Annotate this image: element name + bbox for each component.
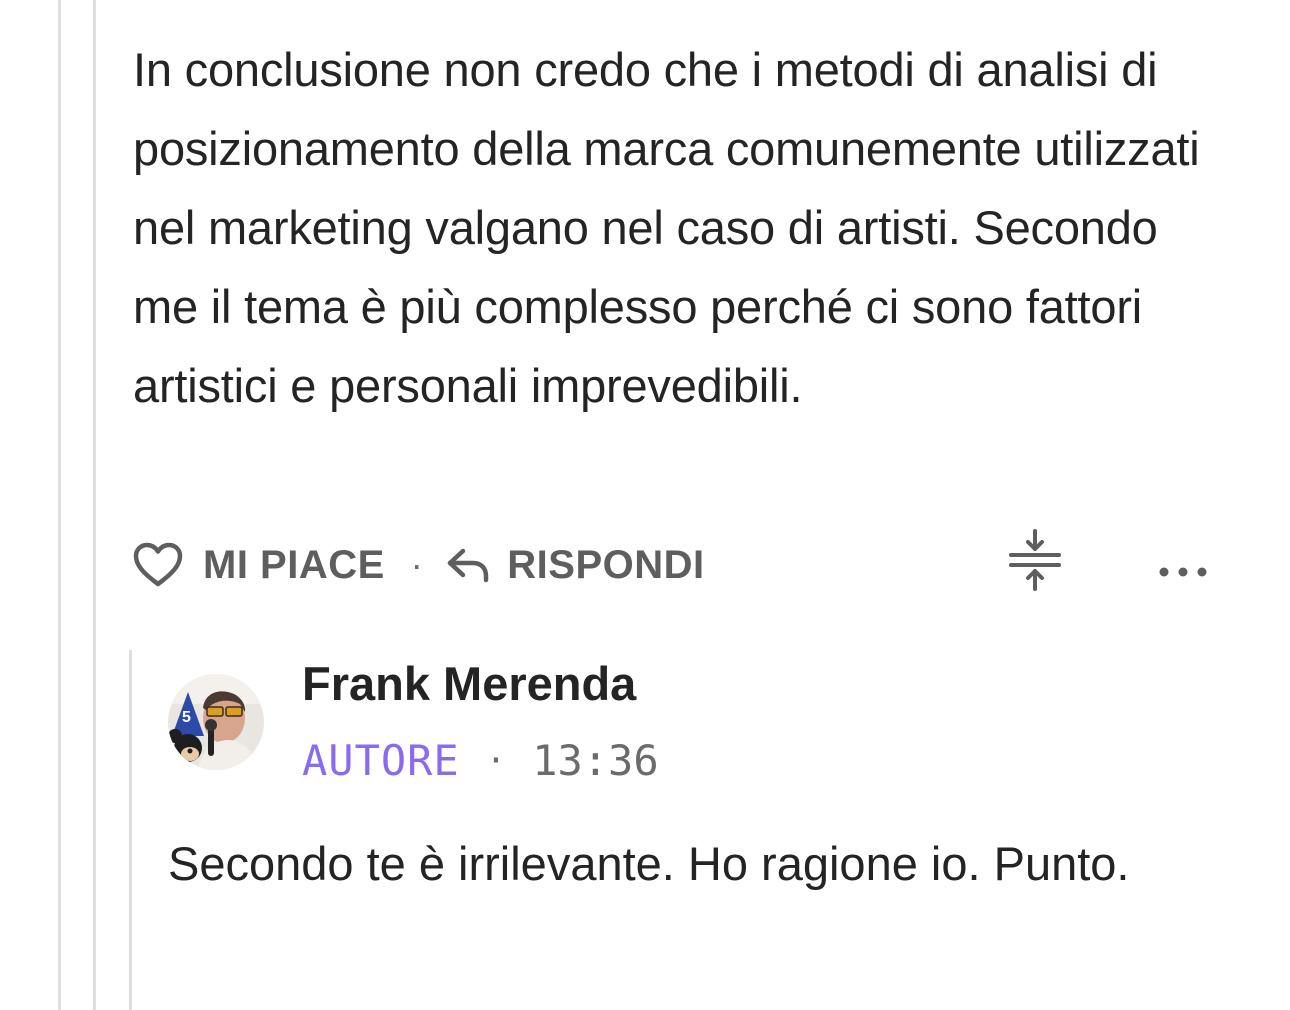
thread-line-reply <box>129 650 132 1010</box>
like-label: MI PIACE <box>203 542 385 587</box>
like-button[interactable]: MI PIACE <box>133 542 385 588</box>
reply-meta: AUTORE · 13:36 <box>302 736 659 785</box>
reply-arrow-icon <box>445 545 491 585</box>
timestamp[interactable]: 13:36 <box>532 736 658 785</box>
reply-button[interactable]: RISPONDI <box>445 543 704 588</box>
avatar[interactable]: 5 <box>168 674 264 770</box>
comment-body: In conclusione non credo che i metodi di… <box>133 43 1200 412</box>
reply-label: RISPONDI <box>507 542 705 587</box>
comment-actions: MI PIACE · RISPONDI <box>133 529 1213 601</box>
reply-body: Secondo te è irrilevante. Ho ragione io.… <box>168 837 1130 890</box>
collapse-thread-button[interactable] <box>1005 529 1065 601</box>
author-name[interactable]: Frank Merenda <box>302 656 636 711</box>
more-dots-icon <box>1158 543 1208 588</box>
meta-separator: · <box>485 740 507 781</box>
svg-text:5: 5 <box>182 709 191 726</box>
action-separator: · <box>410 544 424 585</box>
author-badge: AUTORE <box>302 736 460 785</box>
heart-outline-icon <box>133 542 183 588</box>
collapse-thread-icon <box>1007 529 1063 601</box>
thread-line-outer <box>58 0 61 1010</box>
thread-line-inner <box>93 0 96 1010</box>
more-options-button[interactable] <box>1153 532 1213 598</box>
